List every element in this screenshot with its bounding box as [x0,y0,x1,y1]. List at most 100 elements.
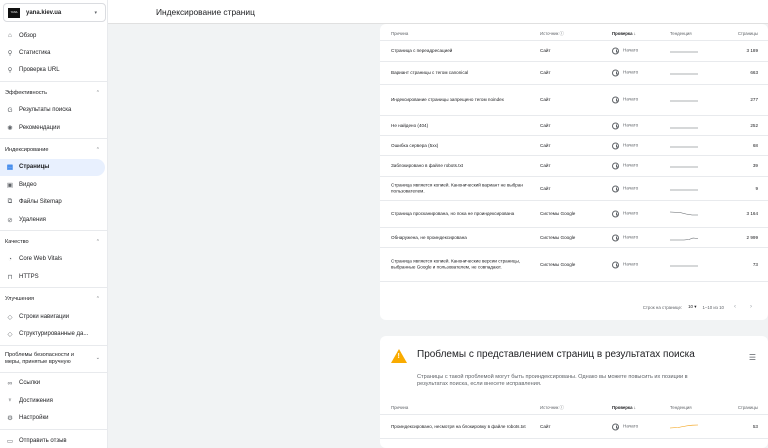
chevron-up-icon: ⌃ [95,147,100,154]
table-row[interactable]: Заблокировано в файле robots.txt Сайт Нача… [380,156,768,177]
table-row[interactable]: Проиндексировано, несмотря на блокировку… [380,415,768,439]
property-logo: YANA [8,7,20,18]
check-status-label: Начато [623,122,639,128]
sidebar-item-gauge[interactable]: ◔ Core Web Vitals [0,251,107,268]
sidebar-item-label: Отправить отзыв [19,437,67,444]
chevron-up-icon: ⌃ [95,238,100,245]
clock-icon [612,142,619,149]
sidebar-section-experience[interactable]: Качество ⌃ [0,233,107,250]
table-row[interactable]: Страница с переадресацией Сайт Начато 3 189 [380,41,768,62]
rows-per-page-select[interactable]: 10 ▾ [688,304,696,310]
sidebar-item-breadcrumbs[interactable]: ◇ Строки навигации [0,308,107,325]
warning-table-header: Причина Источник ⓘ Проверка ↓ Тенденция … [380,398,768,415]
sidebar-section-performance[interactable]: Эффективность ⌃ [0,84,107,101]
row-pages-count: 277 [750,96,758,102]
settings-icon: ⚙ [7,415,13,423]
sidebar-item-feedback[interactable]: ▭ Отправить отзыв [0,432,107,448]
header-reason[interactable]: Причина [391,405,537,410]
help-icon[interactable]: ⓘ [560,405,564,410]
table-row[interactable]: Индексирование страницы запрещено тегом … [380,85,768,116]
filter-icon[interactable]: ☰ [749,353,756,362]
sidebar-item-discover[interactable]: ✺ Рекомендации [0,119,107,136]
sidebar-section-indexing[interactable]: Индексирование ⌃ [0,141,107,158]
sitemap-icon: ⧉ [7,198,13,206]
sidebar-item-structured-data[interactable]: ◇ Структурированные да... [0,325,107,342]
sidebar-item-home[interactable]: ⌂ Обзор [0,27,107,44]
pages-icon: ▤ [6,164,14,172]
clock-icon [612,69,619,77]
row-source: Сайт [540,162,551,168]
header-pages[interactable]: Страницы [718,405,758,410]
sidebar-divider [0,138,107,140]
home-icon: ⌂ [8,32,12,40]
header-source[interactable]: Источник ⓘ [540,405,610,411]
table-row[interactable]: Вариант страницы с тегом canonical Сайт На… [380,62,768,85]
sidebar-divider [0,344,107,346]
check-status-label: Начато [623,69,639,75]
sidebar-item-video[interactable]: ▣ Видео [0,176,107,193]
sidebar-item-lock[interactable]: ⊓ HTTPS [0,268,107,285]
row-pages-count: 73 [752,261,758,267]
row-pages-count: 2 999 [746,234,759,240]
header-check[interactable]: Проверка ↓ [612,405,670,410]
clock-icon [612,423,619,430]
sidebar-item-achievements[interactable]: ♆ Достижения [0,392,107,409]
sidebar-item-links[interactable]: ∞ Ссылки [0,375,107,392]
sidebar-section-title: Проблемы безопасности и меры, принятые в… [5,351,75,365]
sidebar-item-removals[interactable]: ⊘ Удаления [0,211,107,228]
sidebar-item-label: Настройки [19,415,49,422]
sidebar-item-label: Проверка URL [19,67,60,74]
sidebar-section-title: Индексирование [5,147,49,154]
header-reason[interactable]: Причина [391,31,537,36]
sidebar-item-trend[interactable]: ⚲ Статистика [0,44,107,61]
sidebar: YANA yana.kiev.ua ▾ ⌂ Обзор ⚲ Статистика ⚲ Пр… [0,0,108,448]
table-row[interactable]: Страница является копией. Канонический в… [380,177,768,201]
table-row[interactable]: Ошибка сервера (5xx) Сайт Начато 68 [380,136,768,156]
next-page-icon[interactable]: › [746,304,756,310]
help-icon[interactable]: ⓘ [560,31,564,36]
sidebar-item-label: Удаления [19,216,46,223]
google-icon: G [7,106,13,114]
trend-sparkline [670,146,698,147]
sidebar-item-label: Структурированные да... [19,330,89,337]
chevron-down-icon: ▾ [94,9,97,16]
header-pages[interactable]: Страницы [718,31,758,36]
clock-icon [612,210,619,218]
row-source: Сайт [540,423,551,429]
row-pages-count: 252 [750,122,758,128]
clock-icon [612,162,619,170]
check-status-label: Начато [623,423,639,429]
warning-title: Проблемы с представлением страниц в резу… [417,349,695,360]
table-row[interactable]: Страница просканирована, но пока не прои… [380,201,768,228]
sidebar-item-label: Ссылки [19,380,41,387]
header-check[interactable]: Проверка ↓ [612,31,670,36]
achievements-icon: ♆ [7,397,13,405]
sidebar-item-search[interactable]: ⚲ Проверка URL [0,62,107,79]
check-status-label: Начато [623,185,639,191]
table-row[interactable]: Обнаружена, не проиндексирована Системы G… [380,228,768,248]
check-status-label: Начато [623,47,639,53]
row-reason: Не найдено (404) [391,122,429,128]
sidebar-item-settings[interactable]: ⚙ Настройки [0,409,107,426]
property-selector[interactable]: YANA yana.kiev.ua ▾ [3,3,106,22]
table-row[interactable]: Не найдено (404) Сайт Начато 252 [380,116,768,136]
breadcrumbs-icon: ◇ [7,313,13,321]
warning-subtitle: Страницы с такой проблемой могут быть пр… [417,374,688,387]
sidebar-item-pages[interactable]: ▤ Страницы [0,158,105,177]
header-source[interactable]: Источник ⓘ [540,31,610,37]
row-reason: Вариант страницы с тегом canonical [391,69,469,75]
sidebar-section-security[interactable]: Проблемы безопасности и меры, принятые в… [0,348,107,370]
sidebar-item-google[interactable]: G Результаты поиска [0,102,107,119]
row-pages-count: 663 [750,69,758,75]
row-reason: Страница является копией. Канонические в… [391,258,521,270]
sidebar-item-label: Результаты поиска [19,107,72,114]
table-row[interactable]: Страница является копией. Канонические в… [380,248,768,282]
row-pages-count: 68 [752,142,758,148]
row-check-status: Начато [612,210,670,218]
sidebar-item-sitemap[interactable]: ⧉ Файлы Sitemap [0,194,107,211]
sidebar-section-enhancements[interactable]: Улучшения ⌃ [0,290,107,307]
trend-sparkline [670,424,698,428]
row-source: Сайт [540,69,551,75]
reasons-table-card: Причина Источник ⓘ Проверка ↓ Тенденция … [380,24,768,320]
prev-page-icon[interactable]: ‹ [730,304,740,310]
